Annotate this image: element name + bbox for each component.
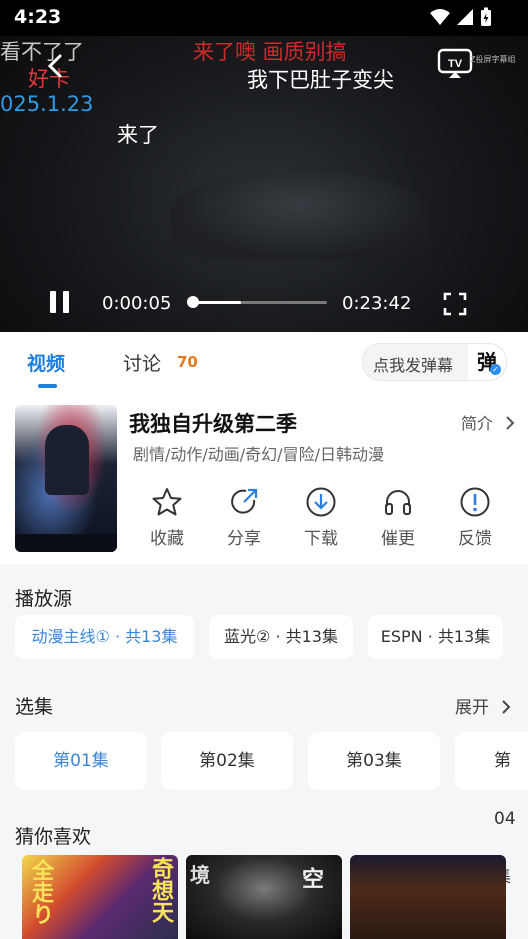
download-button[interactable]: 下载 <box>291 486 351 549</box>
star-icon <box>152 488 182 516</box>
chevron-right-icon <box>502 700 511 714</box>
danmaku-comment: 我下巴肚子变尖 <box>247 68 394 92</box>
wifi-icon <box>430 9 450 25</box>
episode-chip-1[interactable]: 第01集 <box>15 732 147 790</box>
current-time: 0:00:05 <box>102 293 172 314</box>
status-bar: 4:23 <box>0 0 528 36</box>
cast-caption: Z投屏字幕组 <box>470 55 516 64</box>
recommend-card-text: 奇想天 <box>148 857 173 923</box>
episode-chip-4[interactable]: 第04集 <box>455 732 528 887</box>
show-title: 我独自升级第二季 <box>129 412 297 436</box>
action-label: 分享 <box>227 529 261 549</box>
poster-figure <box>45 425 89 495</box>
episode-chip-2[interactable]: 第02集 <box>161 732 293 790</box>
episode-chip-3[interactable]: 第03集 <box>308 732 440 790</box>
action-label: 催更 <box>381 529 415 549</box>
progress-bar[interactable] <box>192 301 327 304</box>
expand-link[interactable]: 展开 <box>455 693 512 718</box>
tab-video[interactable]: 视频 <box>27 349 65 376</box>
tab-bar: 视频 讨论 70 点我发弹幕 弹 ✓ <box>0 332 528 394</box>
player-controls: 0:00:05 0:23:42 <box>0 286 528 322</box>
recommend-card[interactable]: 境 空 <box>186 855 342 939</box>
action-label: 反馈 <box>458 529 492 549</box>
tv-cast-icon: TV <box>437 48 473 78</box>
video-player[interactable]: 看不了了 好卡 025.1.23 来了噢 画质别搞 我下巴肚子变尖 来了 TV … <box>0 0 528 332</box>
total-time: 0:23:42 <box>342 293 412 314</box>
recommend-card-text: 全走り <box>28 859 53 925</box>
video-frame <box>170 170 430 260</box>
source-chip-2[interactable]: 蓝光② · 共13集 <box>209 615 353 659</box>
cast-tv-button[interactable]: TV <box>437 48 473 84</box>
danmaku-comment: 来了 <box>117 123 159 147</box>
battery-icon <box>481 7 491 26</box>
danmaku-toggle[interactable]: 弹 ✓ <box>468 344 506 380</box>
fullscreen-button[interactable] <box>443 292 467 320</box>
headphones-icon <box>385 490 411 515</box>
show-genres: 剧情/动作/动画/奇幻/冒险/日韩动漫 <box>133 445 384 464</box>
progress-thumb[interactable] <box>187 296 199 308</box>
back-button[interactable] <box>42 48 70 84</box>
recommend-card-text: 空 <box>298 867 323 889</box>
episodes-title: 选集 <box>15 696 54 718</box>
danmaku-comment: 025.1.23 <box>0 92 94 116</box>
poster-image[interactable] <box>15 405 117 552</box>
check-icon: ✓ <box>490 364 501 375</box>
poster-strip <box>15 534 117 552</box>
chevron-right-icon <box>506 416 515 430</box>
share-button[interactable]: 分享 <box>214 486 274 549</box>
buffer-fill <box>192 301 241 304</box>
download-icon <box>306 487 336 517</box>
favorite-button[interactable]: 收藏 <box>137 486 197 549</box>
pause-button[interactable] <box>48 291 72 317</box>
svg-text:TV: TV <box>448 58 463 70</box>
expand-label: 展开 <box>455 698 489 718</box>
chevron-left-icon <box>47 54 62 78</box>
intro-label: 简介 <box>461 414 494 433</box>
alert-icon <box>460 487 490 517</box>
recommend-card-text: 境 <box>190 863 210 887</box>
urge-update-button[interactable]: 催更 <box>368 486 428 549</box>
action-label: 下载 <box>304 529 338 549</box>
tab-indicator <box>38 384 57 388</box>
signal-icon <box>457 9 473 25</box>
action-label: 收藏 <box>150 529 184 549</box>
share-icon <box>231 488 258 514</box>
intro-link[interactable]: 简介 <box>461 410 516 434</box>
detail-panel: 视频 讨论 70 点我发弹幕 弹 ✓ 我独自升级第二季 剧情/动作/动画/奇幻/… <box>0 332 528 939</box>
source-chip-1[interactable]: 动漫主线① · 共13集 <box>15 615 194 659</box>
recommend-title: 猜你喜欢 <box>15 826 92 848</box>
recommend-card[interactable] <box>350 855 506 939</box>
tab-discuss[interactable]: 讨论 <box>123 349 161 376</box>
recommend-card[interactable]: 全走り 奇想天 <box>22 855 178 939</box>
danmaku-comment: 来了噢 画质别搞 <box>193 40 347 64</box>
send-danmaku-button[interactable]: 点我发弹幕 弹 ✓ <box>362 343 507 381</box>
danmaku-prompt: 点我发弹幕 <box>373 356 454 375</box>
discuss-count: 70 <box>177 353 198 371</box>
show-info: 我独自升级第二季 剧情/动作/动画/奇幻/冒险/日韩动漫 简介 收藏 分享 下载… <box>0 394 528 564</box>
sources-title: 播放源 <box>15 588 73 610</box>
status-time: 4:23 <box>14 6 62 28</box>
source-chip-3[interactable]: ESPN · 共13集 <box>368 615 503 659</box>
fullscreen-icon <box>443 292 467 316</box>
feedback-button[interactable]: 反馈 <box>445 486 505 549</box>
